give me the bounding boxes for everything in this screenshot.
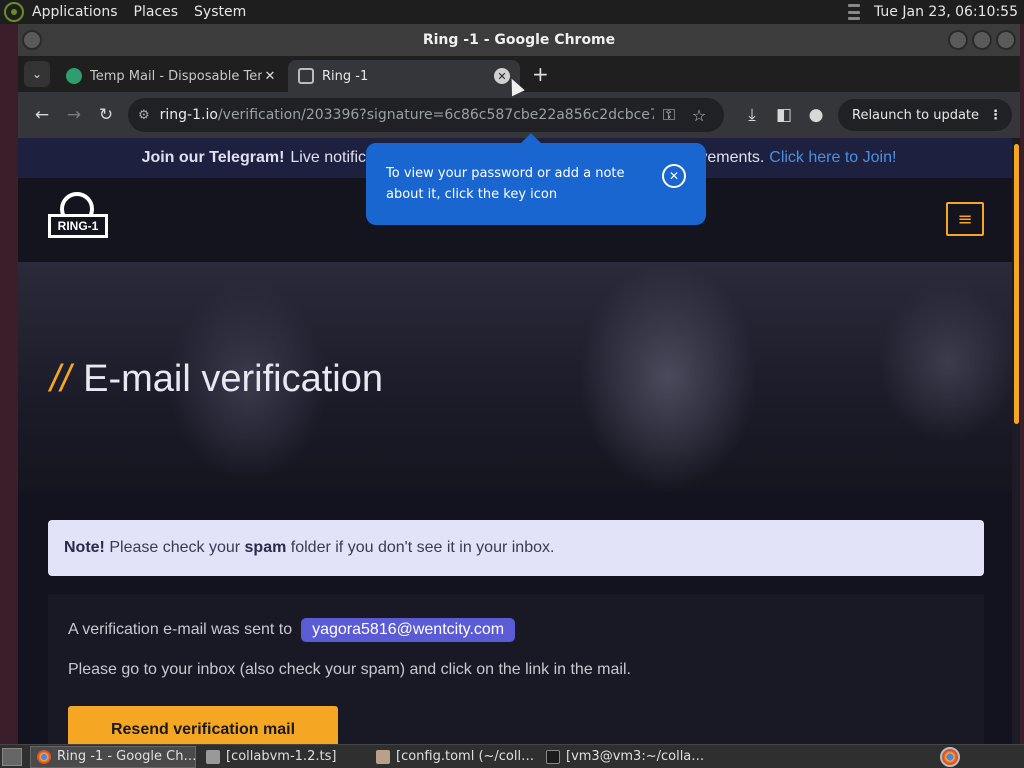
arrow-left-icon: ← — [34, 105, 50, 125]
note-spam: spam — [244, 539, 287, 556]
top-panel: Applications Places System Tue Jan 23, 0… — [0, 0, 1024, 24]
password-key-icon[interactable]: ⚿ — [654, 105, 684, 125]
tempmail-favicon-icon — [66, 68, 82, 84]
verification-card: A verification e-mail was sent to yagora… — [48, 594, 984, 744]
back-button[interactable]: ← — [26, 99, 58, 131]
window-title: Ring -1 - Google Chrome — [422, 32, 616, 48]
page-scrollbar[interactable] — [1012, 138, 1020, 744]
close-icon: ✕ — [668, 168, 680, 183]
tooltip-close-button[interactable]: ✕ — [662, 164, 686, 188]
reload-button[interactable]: ↻ — [90, 99, 122, 131]
desktop-background — [0, 24, 18, 744]
minimize-button[interactable] — [948, 30, 968, 50]
inbox-instructions: Please go to your inbox (also check your… — [68, 661, 631, 678]
desktop-background-right — [1020, 24, 1024, 744]
terminal-icon — [546, 749, 560, 764]
text-editor-icon — [376, 749, 390, 764]
banner-bold: Join our Telegram! — [141, 149, 285, 166]
title-text: E-mail verification — [83, 358, 383, 400]
resend-verification-button[interactable]: Resend verification mail — [68, 706, 338, 744]
taskbar-item-terminal[interactable]: [vm3@vm3:~/colla… — [540, 746, 706, 768]
note-label: Note! — [64, 539, 105, 556]
note-text-2: folder if you don't see it in your inbox… — [290, 539, 555, 556]
downloads-button[interactable]: ⤓ — [736, 99, 768, 131]
browser-toolbar: ← → ↻ ⚙ ring-1.io/verification/203396?si… — [18, 92, 1020, 138]
logo-text: RING-1 — [48, 214, 108, 238]
tab-search-button[interactable]: ⌄ — [24, 61, 50, 87]
password-tooltip: To view your password or add a note abou… — [366, 143, 706, 225]
address-bar[interactable]: ⚙ ring-1.io/verification/203396?signatur… — [128, 98, 724, 132]
ring1-logo[interactable]: RING-1 — [48, 192, 108, 242]
close-window-button[interactable] — [996, 30, 1016, 50]
system-menu[interactable]: System — [194, 4, 246, 20]
hero-gun-image — [878, 282, 1018, 442]
web-page: Join our Telegram! Live notificat vement… — [18, 138, 1020, 744]
profile-button[interactable]: ● — [800, 99, 832, 131]
tab-title: Temp Mail - Disposable Tem — [90, 68, 262, 84]
relaunch-update-button[interactable]: Relaunch to update ⋮ — [838, 99, 1013, 131]
places-menu[interactable]: Places — [134, 4, 179, 20]
task-label: [config.toml (~/coll… — [396, 749, 535, 764]
forward-button[interactable]: → — [58, 99, 90, 131]
spam-note: Note! Please check your spam folder if y… — [48, 520, 984, 576]
reload-icon: ↻ — [98, 105, 114, 125]
bookmark-star-icon[interactable]: ☆ — [684, 106, 714, 125]
distro-logo-icon[interactable] — [4, 2, 24, 22]
page-title: // E-mail verification — [50, 358, 383, 401]
maximize-button[interactable] — [972, 30, 992, 50]
folder-icon — [206, 749, 220, 764]
new-tab-button[interactable]: + — [532, 62, 549, 86]
ring-favicon-icon — [298, 68, 314, 84]
download-icon: ⤓ — [748, 105, 756, 125]
note-text-1: Please check your — [109, 539, 241, 556]
title-slash: // — [50, 358, 72, 400]
task-label: [collabvm-1.2.ts] — [226, 749, 337, 764]
taskbar-item-editor[interactable]: [config.toml (~/coll… — [370, 746, 536, 768]
hero-character-image — [578, 262, 758, 492]
panel-clock[interactable]: Tue Jan 23, 06:10:55 — [874, 4, 1018, 20]
hamburger-icon: ≡ — [957, 208, 973, 230]
tab-tempmail[interactable]: Temp Mail - Disposable Tem ✕ — [56, 60, 288, 92]
tab-close-icon[interactable]: ✕ — [262, 68, 278, 84]
side-panel-icon: ◧ — [775, 105, 793, 125]
scrollbar-thumb[interactable] — [1014, 144, 1019, 424]
url-domain: ring-1.io — [159, 107, 218, 123]
more-menu-icon[interactable]: ⋮ — [989, 108, 1002, 123]
task-label: Ring -1 - Google Ch… — [57, 749, 196, 764]
chrome-icon — [37, 749, 51, 764]
taskbar-item-folder[interactable]: [collabvm-1.2.ts] — [200, 746, 366, 768]
banner-text-end: vements. — [699, 149, 765, 166]
tooltip-text: To view your password or add a note abou… — [386, 166, 625, 202]
tray-chrome-icon[interactable] — [940, 746, 960, 767]
relaunch-label: Relaunch to update — [852, 107, 980, 123]
arrow-right-icon: → — [66, 105, 82, 125]
tab-title: Ring -1 — [322, 68, 369, 84]
url-text[interactable]: ring-1.io/verification/203396?signature=… — [160, 107, 654, 123]
applications-menu[interactable]: Applications — [32, 4, 118, 20]
chevron-down-icon: ⌄ — [31, 67, 43, 81]
hamburger-menu-button[interactable]: ≡ — [946, 202, 984, 236]
bottom-taskbar: Ring -1 - Google Ch… [collabvm-1.2.ts] [… — [0, 744, 1024, 768]
side-panel-button[interactable]: ◧ — [768, 99, 800, 131]
browser-window: Ring -1 - Google Chrome ⌄ Temp Mail - Di… — [18, 24, 1020, 744]
taskbar-item-chrome[interactable]: Ring -1 - Google Ch… — [30, 745, 196, 768]
window-menu-button[interactable] — [22, 30, 42, 50]
profile-icon: ● — [808, 105, 824, 125]
sent-text: A verification e-mail was sent to — [68, 621, 293, 638]
window-titlebar[interactable]: Ring -1 - Google Chrome — [18, 24, 1020, 56]
task-label: [vm3@vm3:~/colla… — [566, 749, 705, 764]
panel-grip-icon — [848, 4, 860, 20]
url-path: /verification/203396?signature=6c86c587c… — [217, 107, 654, 123]
telegram-join-link[interactable]: Click here to Join! — [769, 149, 896, 167]
tab-ring1[interactable]: Ring -1 ✕ — [288, 60, 520, 92]
email-badge: yagora5816@wentcity.com — [301, 618, 516, 642]
hero-section: // E-mail verification — [18, 262, 1020, 492]
site-info-icon[interactable]: ⚙ — [138, 108, 150, 123]
show-desktop-button[interactable] — [2, 747, 22, 766]
